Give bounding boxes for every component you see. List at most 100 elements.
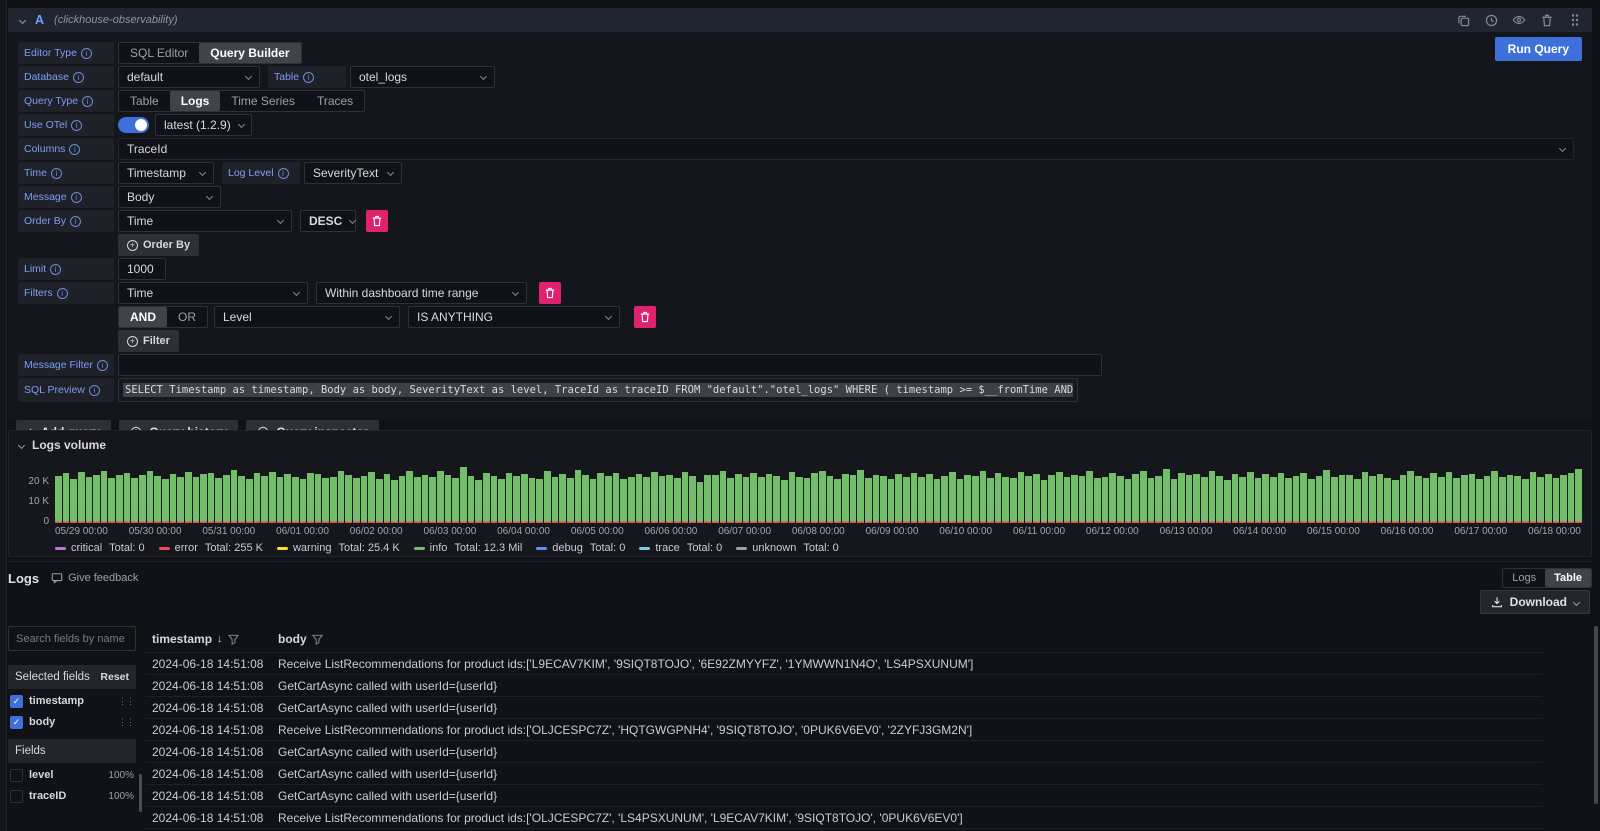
volume-bar — [406, 471, 413, 523]
drag-handle-icon[interactable] — [1568, 13, 1582, 27]
chevron-down-icon[interactable] — [18, 441, 25, 448]
sidebar-scrollbar[interactable] — [139, 774, 142, 812]
table-row[interactable]: 2024-06-18 14:51:08GetCartAsync called w… — [146, 784, 1542, 806]
chevron-down-icon — [206, 192, 213, 199]
filter-operator-select[interactable]: Within dashboard time range — [316, 282, 527, 304]
timestamp-column-header[interactable]: timestamp ↓ — [146, 632, 272, 646]
table-row[interactable]: 2024-06-18 14:51:08GetCartAsync called w… — [146, 762, 1542, 784]
remove-filter-button[interactable] — [539, 282, 561, 304]
legend-item[interactable]: warningTotal: 25.4 K — [277, 542, 400, 554]
message-column-select[interactable]: Body — [118, 186, 221, 208]
volume-bar — [300, 479, 307, 523]
checkbox-checked-icon[interactable]: ✓ — [10, 695, 23, 708]
view-option-table[interactable]: Table — [1545, 569, 1591, 587]
volume-bar — [147, 471, 154, 523]
order-by-field-select[interactable]: Time — [118, 210, 292, 232]
volume-bar — [521, 474, 528, 523]
legend-total: Total: 0 — [803, 542, 838, 554]
editor-type-option-query-builder[interactable]: Query Builder — [199, 43, 300, 63]
message-filter-input[interactable] — [118, 354, 1102, 376]
sql-preview-box[interactable]: SELECT Timestamp as timestamp, Body as b… — [118, 378, 1078, 402]
add-filter-button[interactable]: +Filter — [118, 330, 179, 352]
history-clock-icon[interactable] — [1484, 13, 1498, 27]
order-by-direction-select[interactable]: DESC — [300, 210, 356, 232]
query-type-option-table[interactable]: Table — [119, 91, 170, 111]
legend-total: Total: 0 — [590, 542, 625, 554]
filter-field-select[interactable]: Time — [118, 282, 308, 304]
remove-order-by-button[interactable] — [366, 210, 388, 232]
legend-item[interactable]: traceTotal: 0 — [639, 542, 722, 554]
volume-bar — [1086, 471, 1093, 523]
legend-item[interactable]: unknownTotal: 0 — [736, 542, 839, 554]
filter-funnel-icon[interactable] — [228, 634, 239, 645]
table-row[interactable]: 2024-06-18 14:51:08GetCartAsync called w… — [146, 674, 1542, 696]
legend-item[interactable]: infoTotal: 12.3 Mil — [414, 542, 523, 554]
table-row[interactable]: 2024-06-18 14:51:08Receive ListRecommend… — [146, 806, 1542, 828]
x-axis-label: 06/07 00:00 — [718, 526, 771, 537]
logs-volume-title[interactable]: Logs volume — [32, 438, 106, 452]
reset-fields-link[interactable]: Reset — [100, 671, 129, 683]
query-type-option-time-series[interactable]: Time Series — [220, 91, 306, 111]
table-row[interactable]: 2024-06-18 14:51:08GetCartAsync called w… — [146, 740, 1542, 762]
otel-version-select[interactable]: latest (1.2.9) — [155, 114, 252, 136]
filter2-field-select[interactable]: Level — [214, 306, 400, 328]
trash-icon[interactable] — [1540, 13, 1554, 27]
chevron-down-icon[interactable] — [19, 16, 26, 23]
legend-item[interactable]: criticalTotal: 0 — [55, 542, 145, 554]
conjunction-option-and[interactable]: AND — [119, 307, 167, 327]
selected-field-item[interactable]: ✓timestamp⋮⋮ — [8, 692, 136, 710]
database-select[interactable]: default — [118, 66, 260, 88]
copy-icon[interactable] — [1456, 13, 1470, 27]
table-row[interactable]: 2024-06-18 14:51:08Receive ListRecommend… — [146, 652, 1542, 674]
checkbox-checked-icon[interactable]: ✓ — [10, 716, 23, 729]
query-editor-panel: A (clickhouse-observability) — [8, 8, 1592, 420]
body-column-header[interactable]: body — [272, 632, 1542, 646]
x-axis-label: 05/29 00:00 — [55, 526, 108, 537]
filter2-field-value: Level — [223, 310, 252, 324]
checkbox-unchecked-icon[interactable] — [10, 790, 23, 803]
add-filter-label: Filter — [143, 335, 170, 347]
checkbox-unchecked-icon[interactable] — [10, 769, 23, 782]
x-axis-label: 06/03 00:00 — [423, 526, 476, 537]
use-otel-toggle[interactable] — [118, 117, 149, 133]
chevron-down-icon — [293, 288, 300, 295]
columns-multiselect[interactable]: TraceId — [118, 138, 1574, 160]
logs-scrollbar[interactable] — [1594, 626, 1598, 828]
log-level-select[interactable]: SeverityText — [304, 162, 402, 184]
conjunction-option-or[interactable]: OR — [167, 307, 207, 327]
query-type-option-traces[interactable]: Traces — [306, 91, 364, 111]
scrollbar-thumb[interactable] — [1594, 626, 1598, 804]
table-select[interactable]: otel_logs — [350, 66, 495, 88]
query-type-option-logs[interactable]: Logs — [170, 91, 221, 111]
run-query-button[interactable]: Run Query — [1495, 37, 1582, 61]
legend-item[interactable]: errorTotal: 255 K — [159, 542, 263, 554]
label-text: Query Type — [24, 95, 78, 107]
table-row[interactable]: 2024-06-18 14:51:08Receive ListRecommend… — [146, 718, 1542, 740]
table-row[interactable]: 2024-06-18 14:51:08GetCartAsync called w… — [146, 696, 1542, 718]
drag-handle-icon[interactable]: ⋮⋮ — [118, 696, 134, 707]
give-feedback-link[interactable]: Give feedback — [51, 572, 138, 584]
limit-input[interactable]: 1000 — [118, 258, 166, 280]
remove-filter2-button[interactable] — [634, 306, 656, 328]
query-row-header[interactable]: A (clickhouse-observability) — [8, 8, 1592, 32]
filter2-operator-select[interactable]: IS ANYTHING — [408, 306, 620, 328]
log-level-label: Log Leveli — [222, 162, 300, 184]
legend-item[interactable]: debugTotal: 0 — [536, 542, 625, 554]
drag-handle-icon[interactable]: ⋮⋮ — [118, 717, 134, 728]
editor-type-option-sql-editor[interactable]: SQL Editor — [119, 43, 199, 63]
filter-funnel-icon[interactable] — [312, 634, 323, 645]
eye-icon[interactable] — [1512, 13, 1526, 27]
search-fields-input[interactable] — [8, 626, 136, 651]
view-option-logs[interactable]: Logs — [1503, 569, 1545, 587]
info-icon: i — [303, 72, 314, 83]
sort-desc-icon[interactable]: ↓ — [217, 633, 223, 645]
volume-bar — [63, 473, 70, 523]
available-field-item[interactable]: traceID100% — [8, 787, 136, 805]
time-column-select[interactable]: Timestamp — [118, 162, 214, 184]
x-axis-label: 06/12 00:00 — [1086, 526, 1139, 537]
selected-field-item[interactable]: ✓body⋮⋮ — [8, 713, 136, 731]
download-button[interactable]: Download — [1480, 590, 1590, 614]
add-order-by-button[interactable]: +Order By — [118, 234, 199, 256]
available-field-item[interactable]: level100% — [8, 766, 136, 784]
chevron-down-icon — [385, 312, 392, 319]
